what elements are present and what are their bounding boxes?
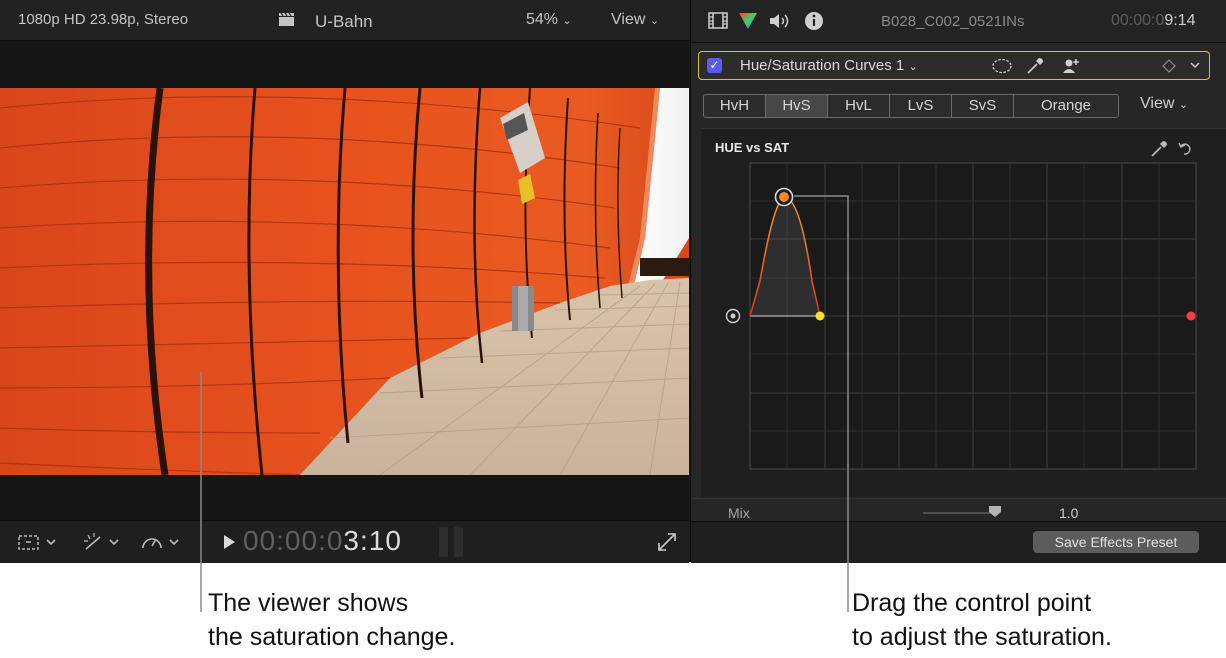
callout-leader-lines [200, 195, 849, 612]
viewer-callout: The viewer shows the saturation change. [208, 589, 456, 651]
control-point-callout: Drag the control point to adjust the sat… [852, 589, 1112, 651]
